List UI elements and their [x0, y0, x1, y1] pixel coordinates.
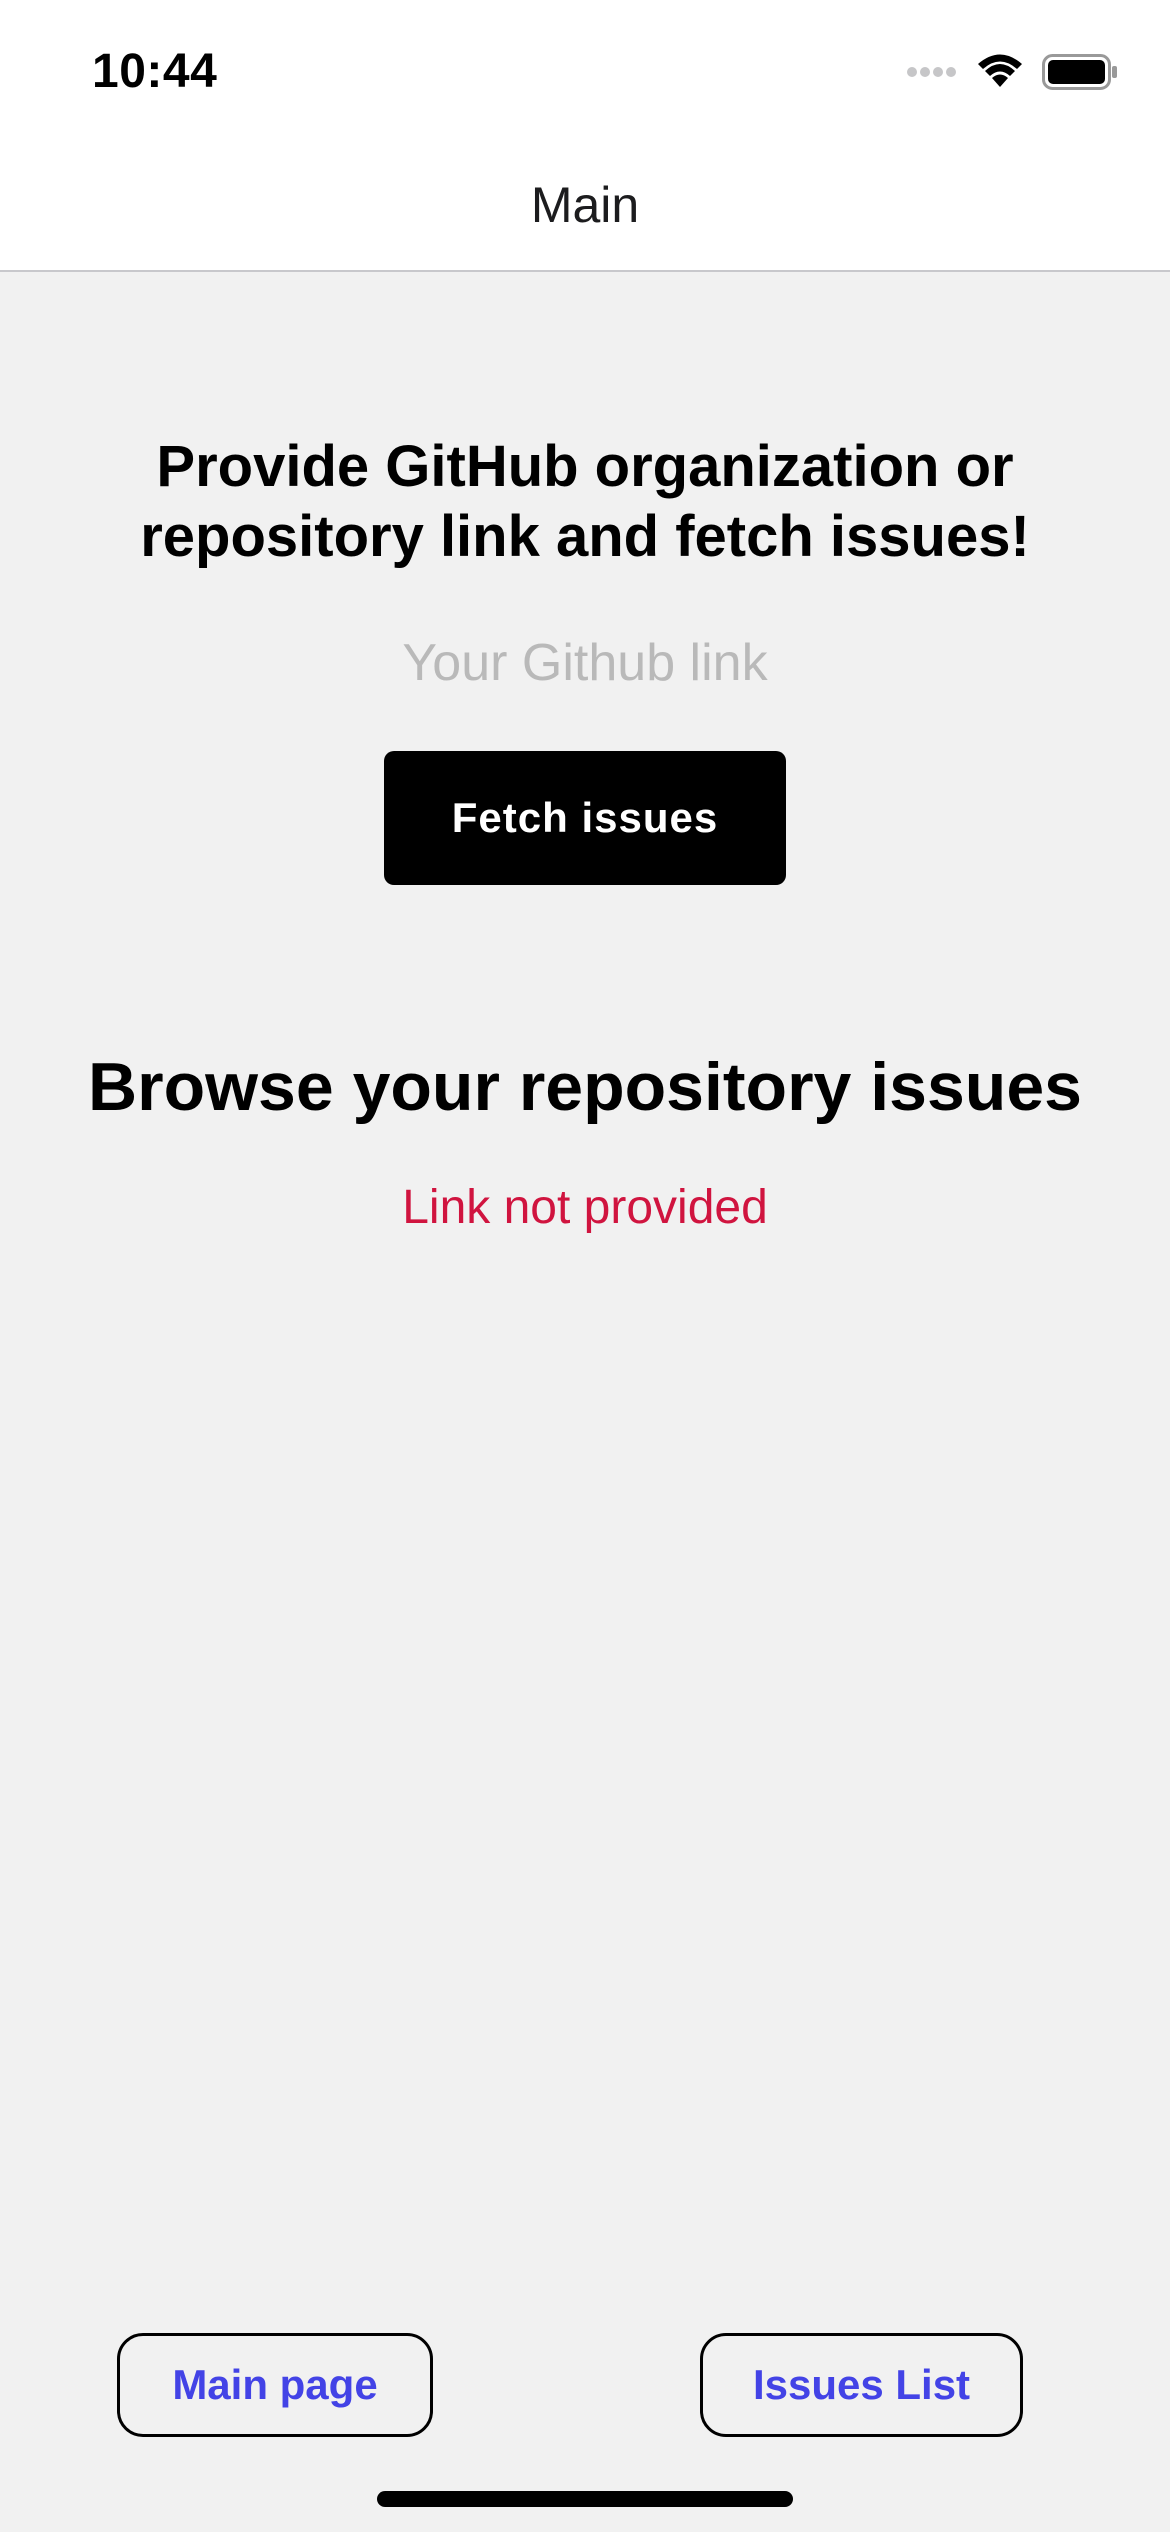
fetch-issues-button[interactable]: Fetch issues [384, 751, 786, 885]
cellular-signal-icon [906, 65, 958, 84]
home-indicator[interactable] [377, 2491, 793, 2507]
browse-heading: Browse your repository issues [88, 1049, 1082, 1125]
wifi-icon [976, 54, 1024, 95]
prompt-heading: Provide GitHub organization or repositor… [140, 434, 1030, 569]
status-time: 10:44 [92, 45, 218, 98]
page-title: Main [530, 177, 640, 233]
navigation-bar: Main [0, 150, 1170, 272]
main-page-button[interactable]: Main page [117, 2333, 433, 2437]
battery-icon [1042, 53, 1118, 95]
status-bar: 10:44 [0, 0, 1170, 150]
status-icons [906, 52, 1118, 96]
github-link-input[interactable] [235, 628, 935, 698]
link-error-message: Link not provided [402, 1181, 768, 1234]
issues-list-button[interactable]: Issues List [700, 2333, 1023, 2437]
